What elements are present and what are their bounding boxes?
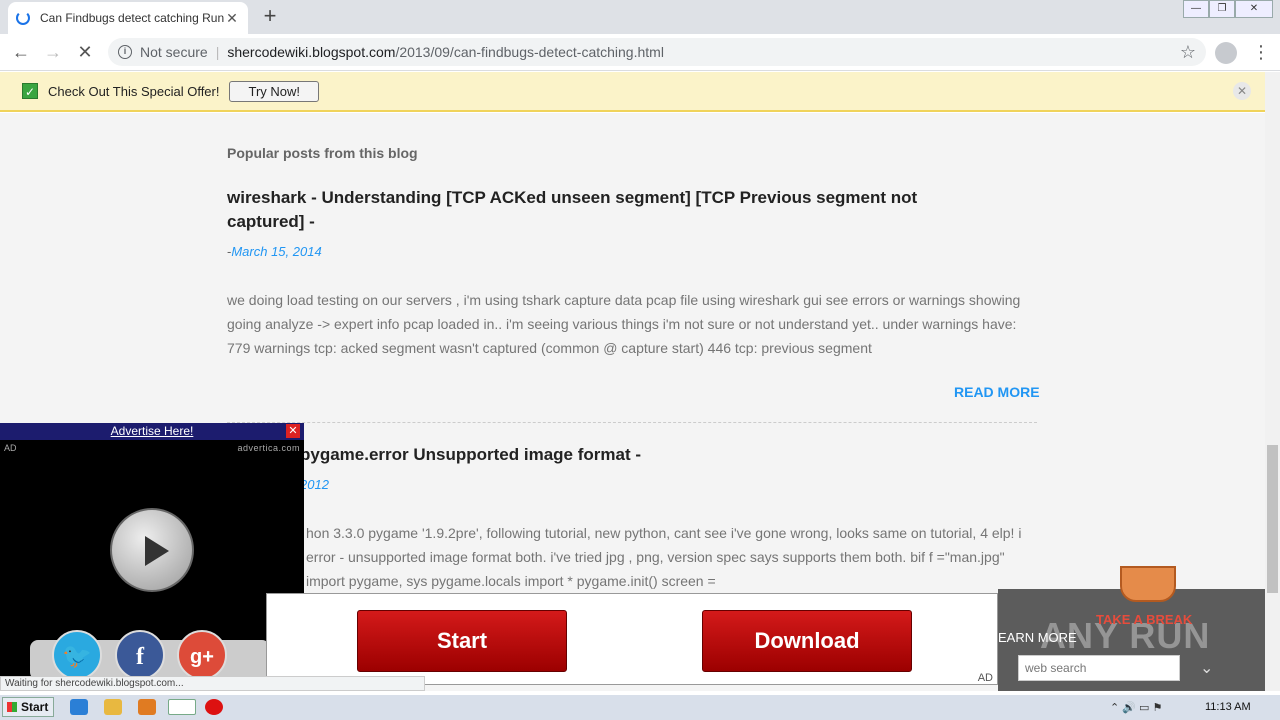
search-input[interactable]: web search	[1018, 655, 1180, 681]
coffee-cup-icon	[1120, 566, 1176, 602]
post-excerpt: we doing load testing on our servers , i…	[227, 292, 1021, 356]
post-divider	[227, 422, 1037, 423]
ie-icon[interactable]	[70, 699, 88, 715]
forward-icon[interactable]: →	[42, 41, 64, 63]
ad-source: advertica.com	[237, 443, 300, 453]
folder-icon[interactable]	[104, 699, 122, 715]
advertise-here-link[interactable]: Advertise Here!	[0, 423, 304, 440]
ad-label: AD	[4, 443, 17, 453]
try-now-button[interactable]: Try Now!	[229, 80, 320, 102]
close-icon[interactable]: ✕	[224, 10, 240, 27]
chrome-task-icon[interactable]	[168, 699, 196, 715]
security-status: Not secure	[140, 44, 208, 60]
url-host: shercodewiki.blogspot.com	[227, 44, 396, 60]
download-ad: Start Download AD	[266, 593, 998, 685]
chevron-down-icon[interactable]: ⌄	[1200, 658, 1213, 678]
window-close-button[interactable]: ✕	[1235, 0, 1273, 18]
media-player-icon[interactable]	[138, 699, 156, 715]
back-icon[interactable]: ←	[10, 41, 32, 63]
opera-icon[interactable]	[205, 699, 223, 715]
ad-label: AD	[977, 672, 993, 684]
browser-tab[interactable]: Can Findbugs detect catching Runtim ✕	[8, 2, 248, 34]
facebook-icon[interactable]: f	[115, 630, 165, 680]
scrollbar-thumb[interactable]	[1267, 445, 1278, 593]
start-button[interactable]: Start	[357, 610, 567, 672]
star-icon[interactable]: ☆	[1180, 42, 1196, 63]
status-bar: Waiting for shercodewiki.blogspot.com...	[0, 676, 425, 691]
read-more-link[interactable]: READ MORE	[954, 384, 1040, 400]
address-bar[interactable]: i Not secure | shercodewiki.blogspot.com…	[108, 38, 1206, 66]
start-button[interactable]: Start	[2, 697, 54, 717]
menu-icon[interactable]: ⋮	[1252, 42, 1270, 63]
play-icon[interactable]	[110, 508, 194, 592]
post-title[interactable]: wireshark - Understanding [TCP ACKed uns…	[227, 186, 947, 234]
info-icon[interactable]: i	[118, 45, 132, 59]
close-icon[interactable]: ✕	[286, 424, 300, 438]
post-excerpt: hon 3.3.0 pygame '1.9.2pre', following t…	[306, 525, 1022, 589]
tab-title: Can Findbugs detect catching Runtim	[40, 11, 224, 25]
section-heading: Popular posts from this blog	[227, 145, 418, 161]
minimize-button[interactable]: —	[1183, 0, 1209, 18]
url-path: /2013/09/can-findbugs-detect-catching.ht…	[395, 44, 664, 60]
spinner-icon	[16, 11, 30, 25]
restore-button[interactable]: ❐	[1209, 0, 1235, 18]
post-title[interactable]: pygame.error Unsupported image format -	[300, 443, 900, 467]
googleplus-icon[interactable]: g+	[177, 630, 227, 680]
download-button[interactable]: Download	[702, 610, 912, 672]
twitter-icon[interactable]: 🐦	[52, 630, 102, 680]
scrollbar[interactable]	[1265, 72, 1280, 691]
tray-icons[interactable]: ⌃ 🔊 ▭ ⚑	[1110, 701, 1162, 714]
plus-icon[interactable]: +	[258, 4, 282, 28]
learn-more-link[interactable]: EARN MORE	[998, 630, 1077, 645]
offer-text: Check Out This Special Offer!	[48, 83, 220, 99]
take-a-break-label: TAKE A BREAK	[1096, 612, 1193, 627]
post-date[interactable]: -March 15, 2014	[227, 244, 322, 259]
stop-icon[interactable]: ✕	[74, 41, 96, 63]
profile-icon[interactable]	[1215, 42, 1237, 64]
close-icon[interactable]: ✕	[1233, 82, 1251, 100]
post-date[interactable]: 2012	[300, 477, 329, 492]
offer-bar: ✓ Check Out This Special Offer! Try Now!…	[0, 72, 1265, 112]
check-icon: ✓	[22, 83, 38, 99]
clock: 11:13 AM	[1205, 701, 1251, 713]
